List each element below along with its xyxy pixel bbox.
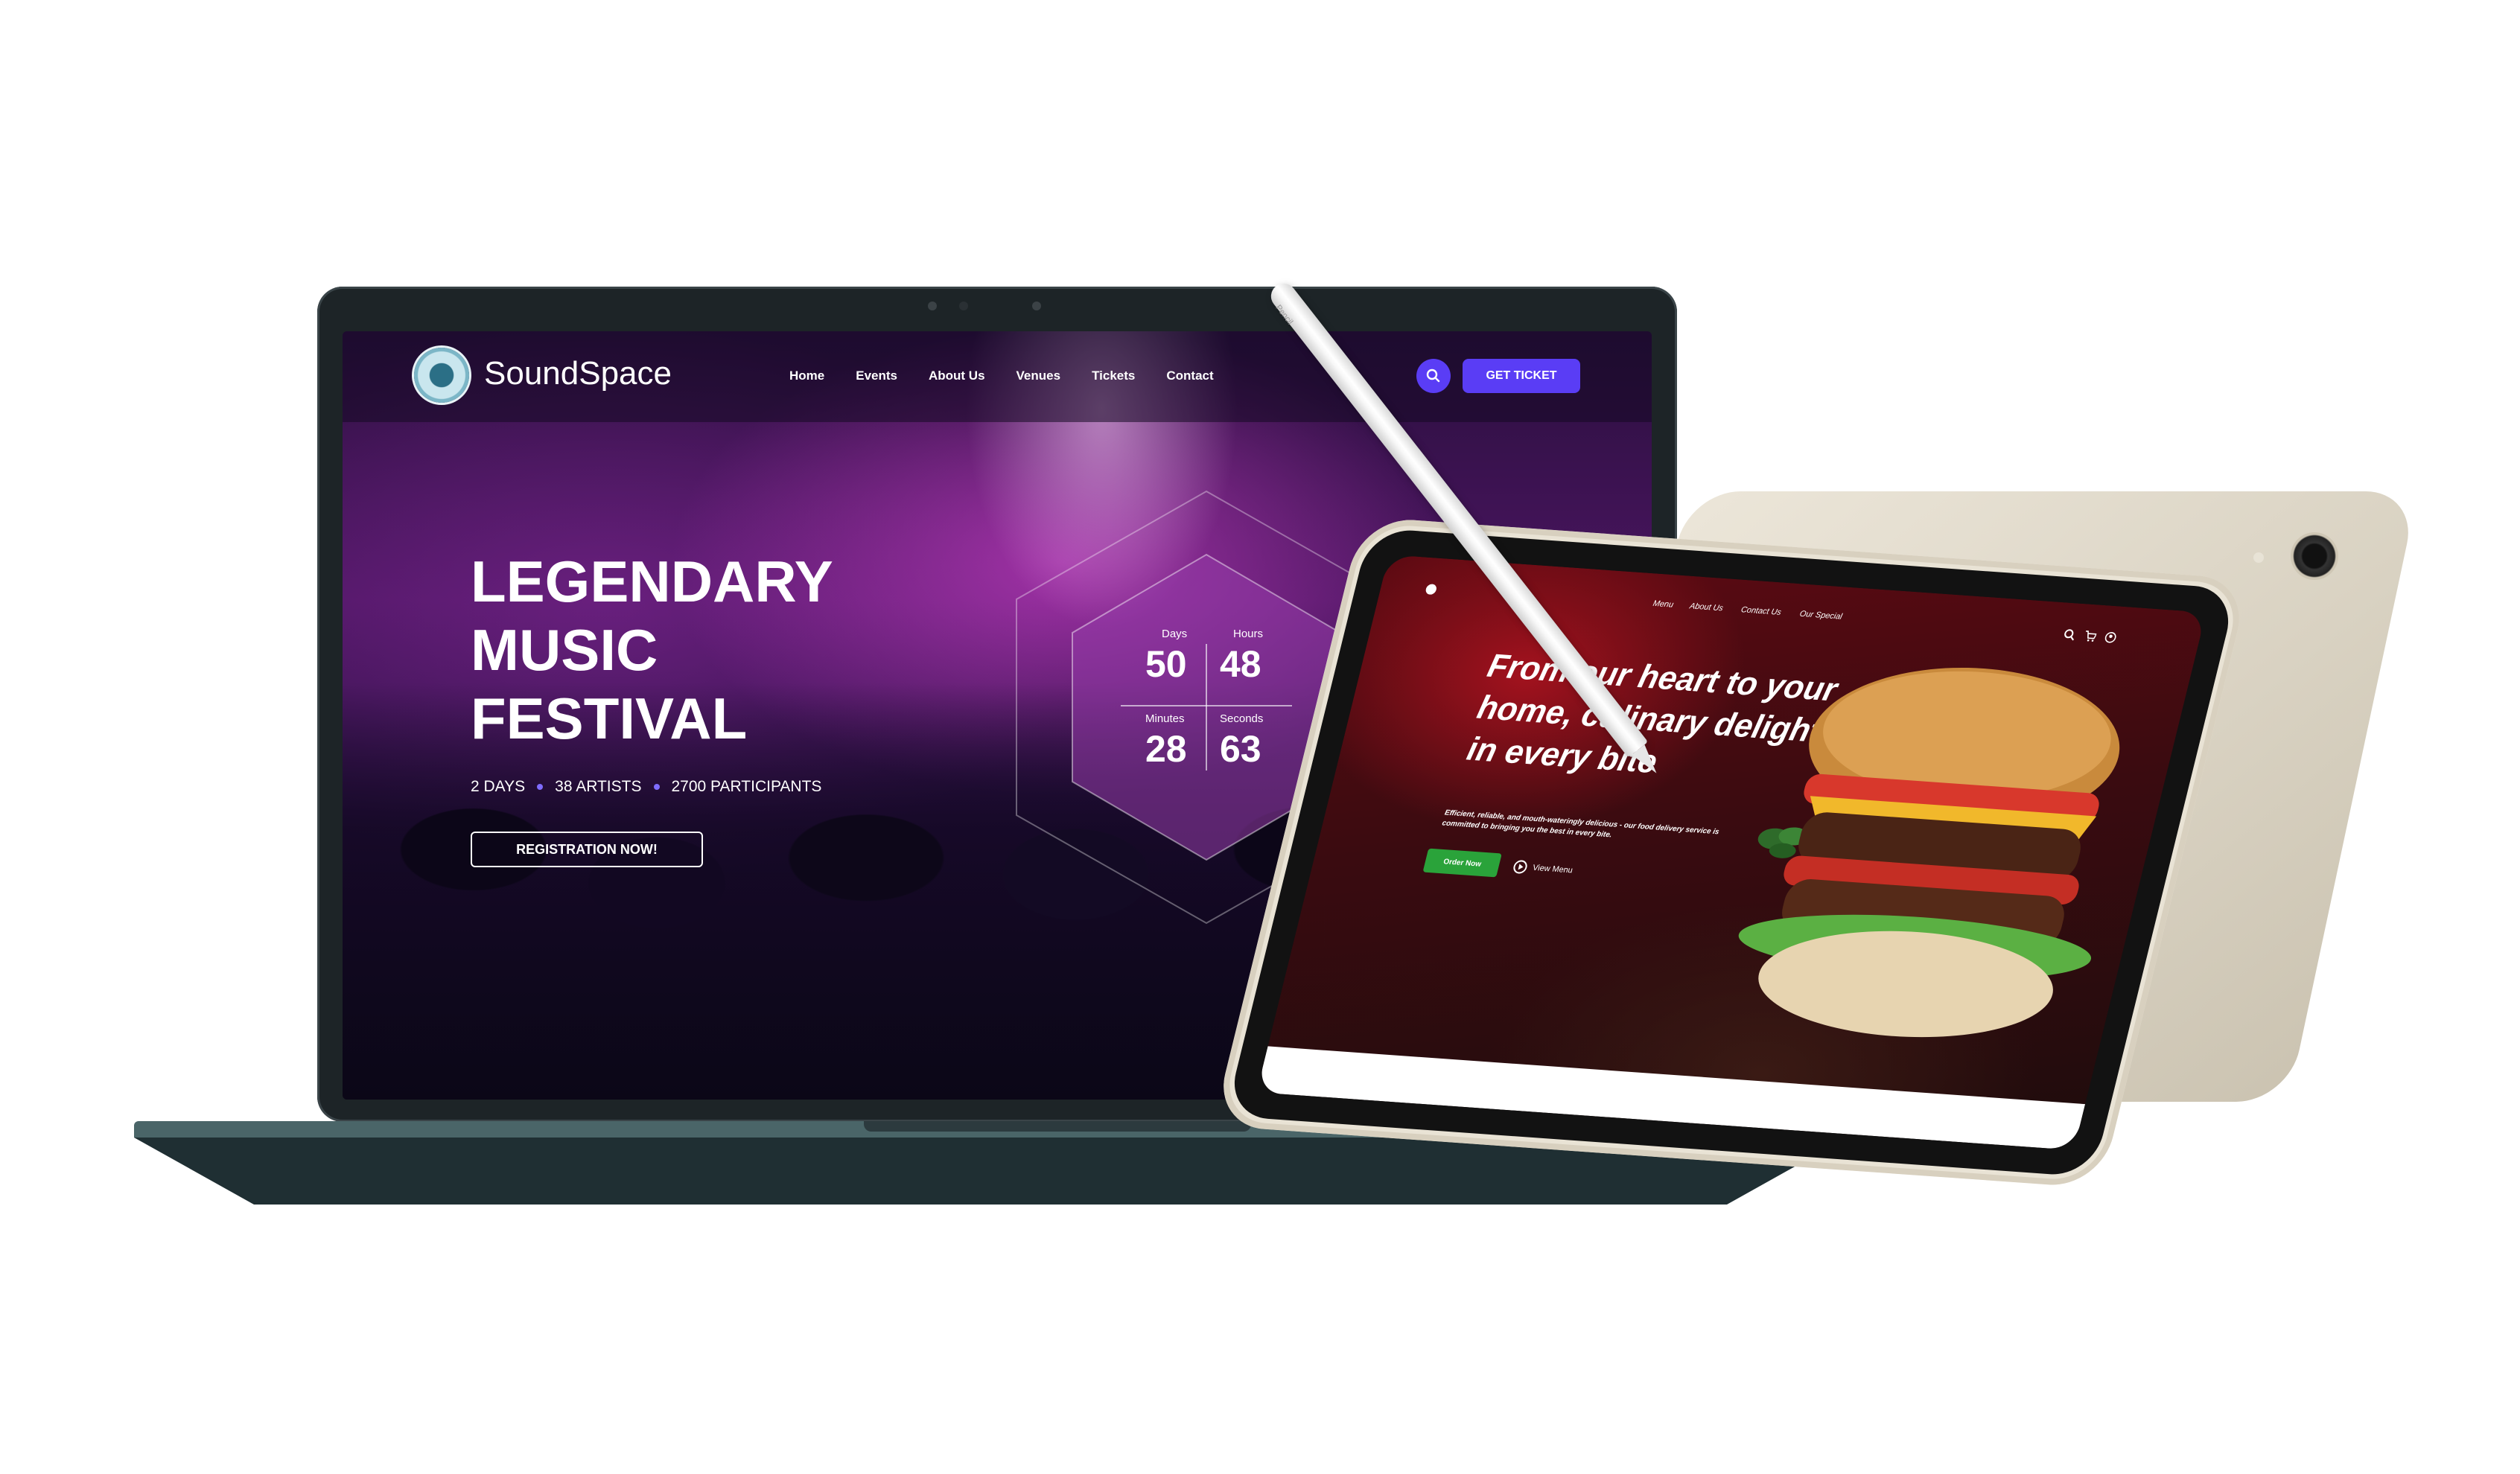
tablet-front: Menu About Us Contact Us Our Special Fro… (1212, 516, 2250, 1189)
nav-contact-us[interactable]: Contact Us (1740, 605, 1783, 617)
nav-our-special[interactable]: Our Special (1798, 610, 1843, 622)
play-icon (1512, 859, 1529, 875)
order-now-button[interactable]: Order Now (1422, 848, 1502, 878)
food-hero-subtitle: Efficient, reliable, and mouth-wateringl… (1441, 808, 1720, 840)
hero-stats: 2 DAYS 38 ARTISTS 2700 PARTICIPANTS (471, 778, 821, 796)
hero-title-line: LEGENDARY (471, 549, 833, 614)
nav-venues[interactable]: Venues (1016, 368, 1061, 383)
stat-separator-dot (653, 784, 660, 790)
nav-about-us[interactable]: About Us (1689, 602, 1725, 613)
nav-events[interactable]: Events (856, 368, 897, 383)
cart-icon[interactable] (2083, 630, 2098, 642)
search-icon[interactable] (2062, 628, 2077, 641)
search-icon (1426, 368, 1440, 383)
view-menu-label: View Menu (1531, 863, 1574, 875)
nav-contact[interactable]: Contact (1166, 368, 1213, 383)
countdown-seconds-label: Seconds (1220, 712, 1264, 725)
countdown-minutes: 28 (1145, 728, 1187, 770)
get-ticket-button[interactable]: GET TICKET (1463, 359, 1580, 393)
stat-artists: 38 ARTISTS (555, 778, 642, 795)
countdown-days-label: Days (1162, 628, 1188, 640)
stat-days: 2 DAYS (471, 778, 526, 795)
stat-participants: 2700 PARTICIPANTS (671, 778, 822, 795)
hero-title: LEGENDARY MUSIC FESTIVAL (471, 547, 917, 753)
tablet-screen-footer (1256, 1046, 2086, 1150)
countdown-days: 50 (1145, 643, 1187, 685)
webcam (959, 302, 968, 310)
brand-name[interactable]: SoundSpace (484, 355, 672, 392)
tablet-screen: Menu About Us Contact Us Our Special Fro… (1256, 555, 2206, 1150)
countdown-seconds: 63 (1220, 728, 1261, 770)
soundspace-logo-icon[interactable] (414, 348, 469, 403)
countdown-hours-label: Hours (1233, 628, 1264, 640)
nav-links: Home Events About Us Venues Tickets Cont… (789, 368, 1245, 383)
site-navbar: SoundSpace Home Events About Us Venues T… (343, 331, 1652, 422)
countdown-hours: 48 (1220, 643, 1261, 685)
user-icon[interactable] (2103, 631, 2118, 644)
registration-button[interactable]: REGISTRATION NOW! (471, 832, 703, 867)
countdown-minutes-label: Minutes (1145, 712, 1185, 725)
rear-camera-icon (2291, 532, 2338, 580)
nav-tickets[interactable]: Tickets (1092, 368, 1135, 383)
hero-title-line: FESTIVAL (471, 686, 748, 751)
flash-icon (2253, 552, 2264, 563)
tablet-bezel: Menu About Us Contact Us Our Special Fro… (1225, 527, 2238, 1178)
food-logo-icon[interactable] (1424, 583, 1439, 596)
nav-about-us[interactable]: About Us (929, 368, 985, 383)
nav-menu[interactable]: Menu (1652, 599, 1674, 610)
hero-title-line: MUSIC (471, 617, 658, 683)
sensor-dot (1032, 302, 1041, 310)
search-button[interactable] (1416, 359, 1451, 393)
view-menu-link[interactable]: View Menu (1512, 859, 1574, 878)
sensor-dot (928, 302, 937, 310)
nav-home[interactable]: Home (789, 368, 824, 383)
stat-separator-dot (537, 784, 544, 790)
laptop-hinge (864, 1121, 1251, 1132)
